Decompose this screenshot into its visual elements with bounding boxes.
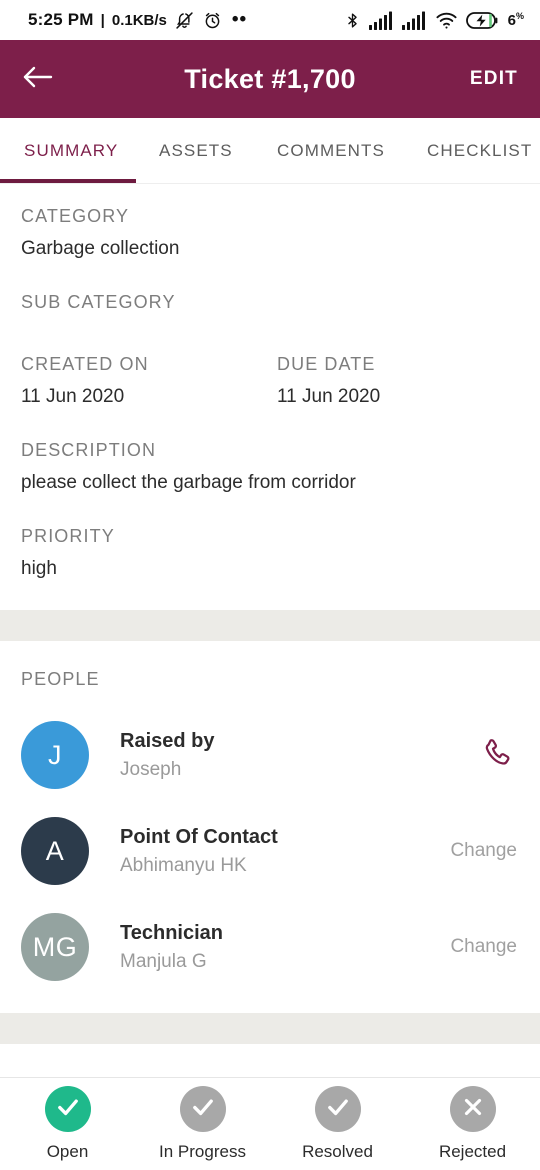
call-button[interactable] bbox=[475, 733, 519, 777]
priority-value: high bbox=[21, 558, 57, 579]
person-role: Point Of Contact bbox=[120, 825, 278, 848]
status-badge bbox=[449, 1086, 496, 1132]
person-role: Technician bbox=[120, 921, 223, 944]
status-label: Resolved bbox=[302, 1142, 373, 1161]
due-date-label: DUE DATE bbox=[277, 354, 376, 374]
dates-row: CREATED ON 11 Jun 2020 DUE DATE 11 Jun 2… bbox=[21, 354, 519, 408]
battery-charging-icon bbox=[465, 11, 500, 30]
alarm-clock-icon bbox=[202, 10, 223, 31]
field-sub-category: SUB CATEGORY bbox=[21, 292, 519, 313]
status-label: Rejected bbox=[438, 1142, 507, 1161]
created-on-label: CREATED ON bbox=[21, 354, 149, 374]
field-description: DESCRIPTION please collect the garbage f… bbox=[21, 440, 519, 494]
tab-assets[interactable]: ASSETS bbox=[159, 141, 233, 161]
priority-label: PRIORITY bbox=[21, 526, 115, 546]
person-role: Raised by bbox=[120, 729, 215, 752]
avatar: A bbox=[21, 817, 89, 885]
status-separator: | bbox=[100, 11, 105, 29]
section-divider-bottom bbox=[0, 1013, 540, 1044]
tab-bar: SUMMARY ASSETS COMMENTS CHECKLIST bbox=[0, 118, 540, 184]
sub-category-label: SUB CATEGORY bbox=[21, 292, 176, 312]
people-title: PEOPLE bbox=[21, 669, 100, 689]
status-bar-right: 6% bbox=[344, 11, 524, 30]
person-row-raised-by[interactable]: J Raised by Joseph bbox=[21, 707, 519, 803]
edit-button[interactable]: EDIT bbox=[470, 68, 518, 90]
field-due-date: DUE DATE 11 Jun 2020 bbox=[277, 354, 380, 408]
system-status-bar: 5:25 PM | 0.1KB/s •• 6% bbox=[0, 0, 540, 40]
back-button[interactable] bbox=[22, 59, 62, 99]
network-speed-text: 0.1KB/s bbox=[111, 11, 167, 29]
phone-icon bbox=[480, 736, 514, 775]
field-category: CATEGORY Garbage collection bbox=[21, 206, 519, 260]
app-bar: Ticket #1,700 EDIT bbox=[0, 40, 540, 118]
person-name: Manjula G bbox=[120, 950, 207, 972]
person-row-point-of-contact[interactable]: A Point Of Contact Abhimanyu HK Change bbox=[21, 803, 519, 899]
avatar-initials: MG bbox=[32, 931, 78, 962]
person-name: Joseph bbox=[120, 758, 182, 780]
created-on-value: 11 Jun 2020 bbox=[21, 386, 125, 407]
summary-section: CATEGORY Garbage collection SUB CATEGORY… bbox=[0, 184, 540, 610]
due-date-value: 11 Jun 2020 bbox=[277, 386, 381, 407]
category-label: CATEGORY bbox=[21, 206, 130, 226]
field-priority: PRIORITY high bbox=[21, 526, 519, 580]
bluetooth-icon bbox=[344, 11, 361, 30]
bell-muted-icon bbox=[174, 10, 195, 31]
status-badge bbox=[314, 1086, 361, 1132]
status-label: In Progress bbox=[159, 1142, 246, 1161]
status-option-open[interactable]: Open bbox=[0, 1086, 135, 1162]
ticket-status-bar: Open In Progress Resolved Rejected bbox=[0, 1077, 540, 1170]
battery-percent-text: 6% bbox=[507, 11, 524, 29]
change-point-of-contact-button[interactable]: Change bbox=[450, 840, 519, 862]
status-option-in-progress[interactable]: In Progress bbox=[135, 1086, 270, 1162]
field-created-on: CREATED ON 11 Jun 2020 bbox=[21, 354, 277, 408]
description-label: DESCRIPTION bbox=[21, 440, 157, 460]
avatar: J bbox=[21, 721, 89, 789]
signal-bars-icon bbox=[368, 11, 394, 30]
tab-checklist[interactable]: CHECKLIST bbox=[427, 141, 532, 161]
description-value: please collect the garbage from corridor bbox=[21, 472, 356, 493]
status-badge bbox=[44, 1086, 91, 1132]
avatar-initials: A bbox=[45, 835, 65, 866]
person-info: Technician Manjula G bbox=[120, 919, 450, 976]
wifi-icon bbox=[435, 11, 458, 30]
tab-summary[interactable]: SUMMARY bbox=[24, 141, 118, 161]
status-option-rejected[interactable]: Rejected bbox=[405, 1086, 540, 1162]
person-name: Abhimanyu HK bbox=[120, 854, 247, 876]
more-dots-icon: •• bbox=[231, 9, 248, 30]
active-tab-indicator bbox=[0, 179, 136, 183]
person-info: Raised by Joseph bbox=[120, 727, 475, 784]
category-value: Garbage collection bbox=[21, 238, 180, 259]
avatar-initials: J bbox=[48, 739, 62, 770]
people-section: PEOPLE J Raised by Joseph A Point Of Con… bbox=[0, 641, 540, 1013]
page-title: Ticket #1,700 bbox=[184, 63, 356, 94]
person-info: Point Of Contact Abhimanyu HK bbox=[120, 823, 450, 880]
change-technician-button[interactable]: Change bbox=[450, 936, 519, 958]
status-bar-left: 5:25 PM | 0.1KB/s •• bbox=[28, 10, 247, 31]
check-icon bbox=[54, 1093, 82, 1126]
signal-bars-icon bbox=[401, 11, 427, 30]
section-divider bbox=[0, 610, 540, 641]
back-arrow-icon bbox=[22, 64, 54, 95]
avatar: MG bbox=[21, 913, 89, 981]
status-badge bbox=[179, 1086, 226, 1132]
tab-comments[interactable]: COMMENTS bbox=[277, 141, 385, 161]
check-icon bbox=[324, 1093, 352, 1126]
close-icon bbox=[460, 1094, 486, 1125]
person-row-technician[interactable]: MG Technician Manjula G Change bbox=[21, 899, 519, 995]
status-option-resolved[interactable]: Resolved bbox=[270, 1086, 405, 1162]
status-label: Open bbox=[46, 1142, 89, 1161]
clock-text: 5:25 PM bbox=[28, 10, 94, 29]
check-icon bbox=[189, 1093, 217, 1126]
